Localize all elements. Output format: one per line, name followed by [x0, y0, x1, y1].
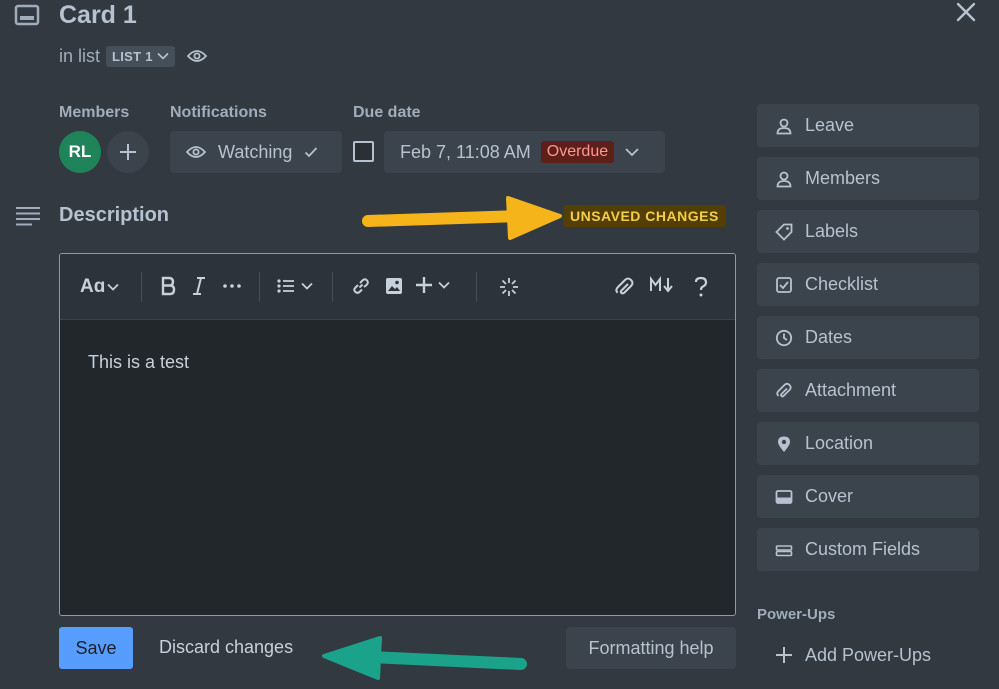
avatar[interactable]: RL [59, 131, 101, 173]
watch-button[interactable]: Watching [170, 131, 342, 173]
in-list-label: in list [59, 45, 101, 66]
chevron-down-icon [625, 148, 639, 157]
person-icon [775, 170, 793, 188]
chevron-down-icon [107, 283, 119, 291]
sidebar-item-label: Dates [805, 327, 853, 347]
sidebar-item-attachment[interactable]: Attachment [757, 369, 979, 412]
sidebar-item-label: Labels [805, 221, 859, 241]
attachment-button[interactable] [613, 276, 635, 298]
add-member-button[interactable] [107, 131, 149, 173]
unsaved-changes-badge: UNSAVED CHANGES [563, 205, 726, 227]
person-icon [775, 117, 793, 135]
sidebar-item-label: Location [805, 433, 874, 453]
save-button[interactable]: Save [59, 627, 133, 669]
add-powerups-button[interactable]: Add Power-Ups [757, 640, 931, 670]
sidebar-item-location[interactable]: Location [757, 422, 979, 465]
sidebar-item-dates[interactable]: Dates [757, 316, 979, 359]
teal-arrow [322, 636, 527, 680]
sidebar-item-cover[interactable]: Cover [757, 475, 979, 518]
text-style-button[interactable]: Aɑ [80, 276, 119, 298]
list-info: in list LIST 1 [59, 44, 207, 68]
formatting-help-button[interactable]: Formatting help [566, 627, 736, 669]
cover-icon [775, 488, 793, 506]
close-icon[interactable] [954, 0, 978, 24]
chevron-down-icon [157, 52, 169, 60]
watch-label: Watching [218, 141, 293, 162]
sidebar-item-label: Members [805, 168, 881, 188]
chevron-down-icon [301, 282, 313, 290]
sidebar-item-label: Attachment [805, 380, 897, 400]
description-icon [15, 206, 41, 226]
sidebar-item-label: Leave [805, 115, 855, 135]
sidebar-item-label: Custom Fields [805, 539, 921, 559]
editor-toolbar: Aɑ [60, 254, 735, 320]
italic-button[interactable] [191, 276, 207, 296]
pin-icon [775, 435, 793, 453]
notifications-label: Notifications [170, 104, 267, 121]
more-icon [223, 284, 241, 288]
sidebar-item-checklist[interactable]: Checklist [757, 263, 979, 306]
due-date-checkbox[interactable] [353, 141, 374, 162]
sidebar-item-label: Checklist [805, 274, 879, 294]
sidebar-item-labels[interactable]: Labels [757, 210, 979, 253]
plus-icon [776, 647, 792, 663]
link-button[interactable] [351, 276, 371, 296]
clock-icon [775, 329, 793, 347]
markdown-icon [650, 276, 673, 293]
bullet-list-button[interactable] [276, 276, 313, 296]
eye-icon [186, 49, 207, 63]
check-icon [305, 147, 318, 158]
bullet-list-icon [277, 279, 294, 293]
ai-sparkle-icon [500, 278, 518, 296]
due-date-value: Feb 7, 11:08 AM [400, 141, 531, 162]
description-editor[interactable]: Aɑ This is a test [59, 253, 736, 616]
checklist-icon [775, 276, 793, 294]
image-icon [386, 278, 402, 294]
italic-icon [193, 277, 205, 295]
description-title: Description [59, 204, 170, 226]
card-icon [14, 4, 40, 26]
tag-icon [775, 223, 793, 241]
bold-icon [161, 276, 176, 296]
link-icon [353, 278, 369, 294]
ai-button[interactable] [498, 276, 520, 298]
more-formatting-button[interactable] [222, 276, 242, 296]
sidebar-item-leave[interactable]: Leave [757, 104, 979, 147]
sidebar-item-members[interactable]: Members [757, 157, 979, 200]
help-icon[interactable] [694, 276, 708, 298]
due-date-label: Due date [353, 104, 421, 121]
description-text[interactable]: This is a test [88, 352, 189, 373]
card-title[interactable]: Card 1 [59, 0, 137, 30]
overdue-badge: Overdue [540, 141, 615, 163]
list-name: LIST 1 [112, 48, 153, 64]
markdown-button[interactable] [650, 276, 674, 294]
text-style-label: Aɑ [80, 276, 106, 297]
chevron-down-icon [438, 281, 450, 289]
discard-changes-button[interactable]: Discard changes [159, 637, 293, 658]
paperclip-icon [615, 277, 634, 295]
add-powerups-label: Add Power-Ups [805, 644, 932, 665]
image-button[interactable] [384, 276, 404, 296]
sidebar-item-custom-fields[interactable]: Custom Fields [757, 528, 979, 571]
insert-button[interactable] [415, 276, 450, 294]
members-label: Members [59, 104, 130, 121]
list-dropdown[interactable]: LIST 1 [106, 45, 175, 67]
due-date-button[interactable]: Feb 7, 11:08 AM Overdue [384, 131, 665, 173]
powerups-label: Power-Ups [757, 606, 836, 623]
plus-icon [416, 277, 432, 293]
custom-fields-icon [775, 541, 793, 559]
plus-icon [120, 144, 136, 160]
sidebar-item-label: Cover [805, 486, 854, 506]
paperclip-icon [775, 382, 793, 400]
yellow-arrow [362, 196, 562, 240]
bold-button[interactable] [160, 276, 176, 296]
eye-icon [186, 146, 206, 158]
